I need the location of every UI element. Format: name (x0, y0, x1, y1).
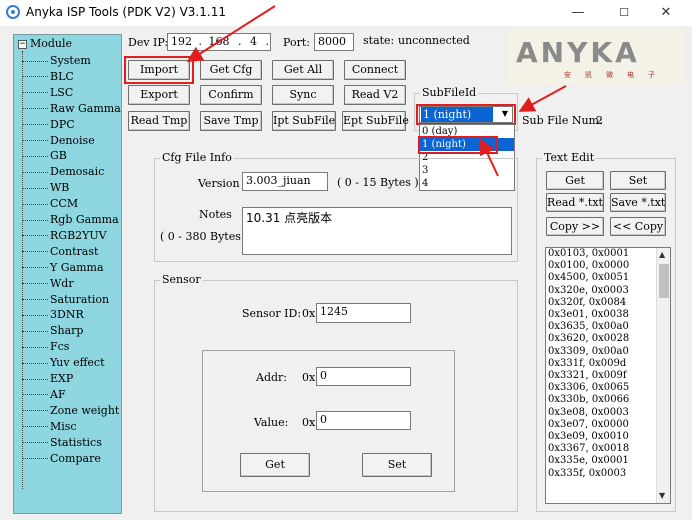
annotation-arrows (186, 5, 567, 177)
annotation-arrow-select (518, 85, 567, 112)
annotation-arrow-option (479, 138, 499, 177)
annotation-arrow-import (186, 5, 276, 63)
